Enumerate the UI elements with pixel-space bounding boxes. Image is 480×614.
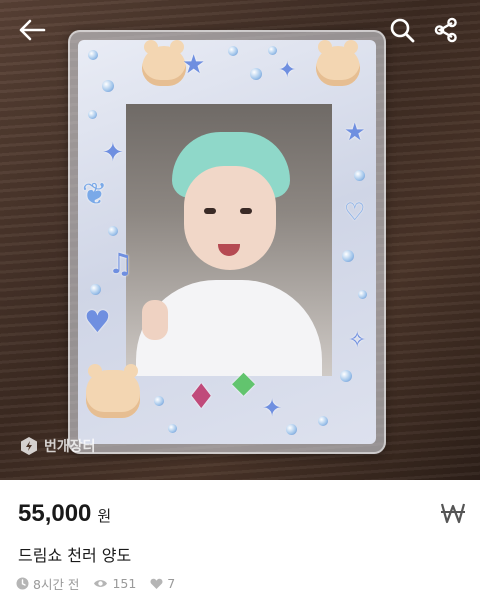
jewel-bead xyxy=(88,110,97,119)
time-posted: 8시간 전 xyxy=(16,574,79,593)
listing-meta: 8시간 전 151 7 xyxy=(16,574,189,593)
back-button[interactable] xyxy=(10,10,54,50)
jewel-bead xyxy=(154,396,164,406)
jewel-bead xyxy=(358,290,367,299)
search-icon xyxy=(390,18,415,43)
product-photo[interactable]: ✦ ✦ ★ ★ ❦ ♥ ♫ ✧ ♦ ◆ ✦ ♡ 번개장터 xyxy=(0,0,480,480)
share-button[interactable] xyxy=(424,10,468,50)
jewel-bead xyxy=(354,170,365,181)
jewel-bead xyxy=(340,370,352,382)
photocard-portrait xyxy=(126,104,332,376)
bunjang-logo-icon xyxy=(21,437,37,455)
music-note-sticker: ♫ xyxy=(108,247,134,280)
star-sticker: ✦ xyxy=(262,394,283,422)
likes-text: 7 xyxy=(167,576,176,591)
search-button[interactable] xyxy=(380,10,424,50)
heart-sticker: ♥ xyxy=(84,305,111,340)
photocard: ✦ ✦ ★ ★ ❦ ♥ ♫ ✧ ♦ ◆ ✦ ♡ xyxy=(78,40,376,444)
jewel-bead xyxy=(168,424,177,433)
butterfly-sticker: ❦ xyxy=(82,177,108,212)
jewel-bead xyxy=(342,250,354,262)
star-sticker: ✦ xyxy=(278,58,297,83)
portrait-hand xyxy=(142,300,168,340)
clock-icon xyxy=(16,577,29,590)
currency-unit: 원 xyxy=(97,507,112,525)
jewel-bead xyxy=(250,68,262,80)
view-count: 151 xyxy=(93,576,136,591)
jewel-bead xyxy=(102,80,114,92)
like-count: 7 xyxy=(150,576,175,591)
won-icon xyxy=(440,503,466,524)
heart-icon xyxy=(150,578,163,589)
portrait-eye xyxy=(204,208,216,214)
bear-sticker xyxy=(86,364,140,418)
price-offer-button[interactable] xyxy=(438,498,468,528)
eye-icon xyxy=(94,580,108,587)
price: 55,000 xyxy=(18,500,92,527)
gem-sticker: ◆ xyxy=(232,365,256,400)
jewel-bead xyxy=(286,424,297,435)
back-arrow-icon xyxy=(19,19,46,41)
listing-title: 드림쇼 천러 양도 xyxy=(18,546,132,565)
price-row: 55,000 원 xyxy=(18,500,111,528)
watermark: 번개장터 xyxy=(20,436,96,456)
heart-sticker: ♡ xyxy=(344,198,366,226)
jewel-bead xyxy=(90,284,101,295)
listing-info: 55,000 원 드림쇼 천러 양도 8시간 전 151 7 xyxy=(0,480,480,614)
jewel-bead xyxy=(108,226,118,236)
star-sticker: ★ xyxy=(344,118,366,146)
gem-sticker: ♦ xyxy=(186,377,217,417)
jewel-bead xyxy=(318,416,328,426)
portrait-eye xyxy=(240,208,252,214)
top-bar xyxy=(0,0,480,60)
views-text: 151 xyxy=(112,576,137,591)
star-sticker: ✧ xyxy=(348,328,367,353)
share-icon xyxy=(434,17,457,43)
star-sticker: ✦ xyxy=(102,138,124,168)
time-ago-text: 8시간 전 xyxy=(33,577,80,592)
watermark-label: 번개장터 xyxy=(44,439,96,455)
